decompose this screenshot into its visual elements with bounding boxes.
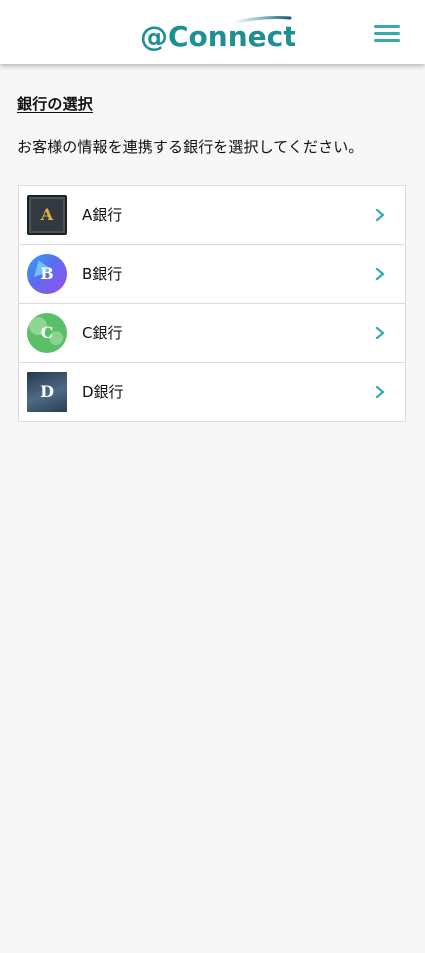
bank-name: A銀行 <box>82 206 123 224</box>
bank-d-logo: D <box>27 372 67 412</box>
page-title: 銀行の選択 <box>17 95 94 113</box>
bank-list: A A銀行 B B銀行 C C銀行 D D銀行 <box>18 185 406 422</box>
bank-item-a[interactable]: A A銀行 <box>19 186 405 245</box>
bank-name: D銀行 <box>82 383 124 401</box>
chevron-right-icon <box>375 208 385 222</box>
bank-name: C銀行 <box>82 324 123 342</box>
svg-text:@Connect: @Connect <box>140 20 295 53</box>
app-header: @Connect <box>0 0 425 64</box>
bank-a-logo: A <box>27 195 67 235</box>
chevron-right-icon <box>375 385 385 399</box>
chevron-right-icon <box>375 326 385 340</box>
hamburger-menu-icon[interactable] <box>370 20 404 46</box>
bank-c-logo: C <box>27 313 67 353</box>
bank-item-b[interactable]: B B銀行 <box>19 245 405 304</box>
bank-b-logo: B <box>27 254 67 294</box>
bank-name: B銀行 <box>82 265 123 283</box>
connect-logo[interactable]: @Connect <box>140 12 295 54</box>
bank-item-d[interactable]: D D銀行 <box>19 363 405 421</box>
bank-item-c[interactable]: C C銀行 <box>19 304 405 363</box>
page-description: お客様の情報を連携する銀行を選択してください。 <box>17 138 364 156</box>
chevron-right-icon <box>375 267 385 281</box>
